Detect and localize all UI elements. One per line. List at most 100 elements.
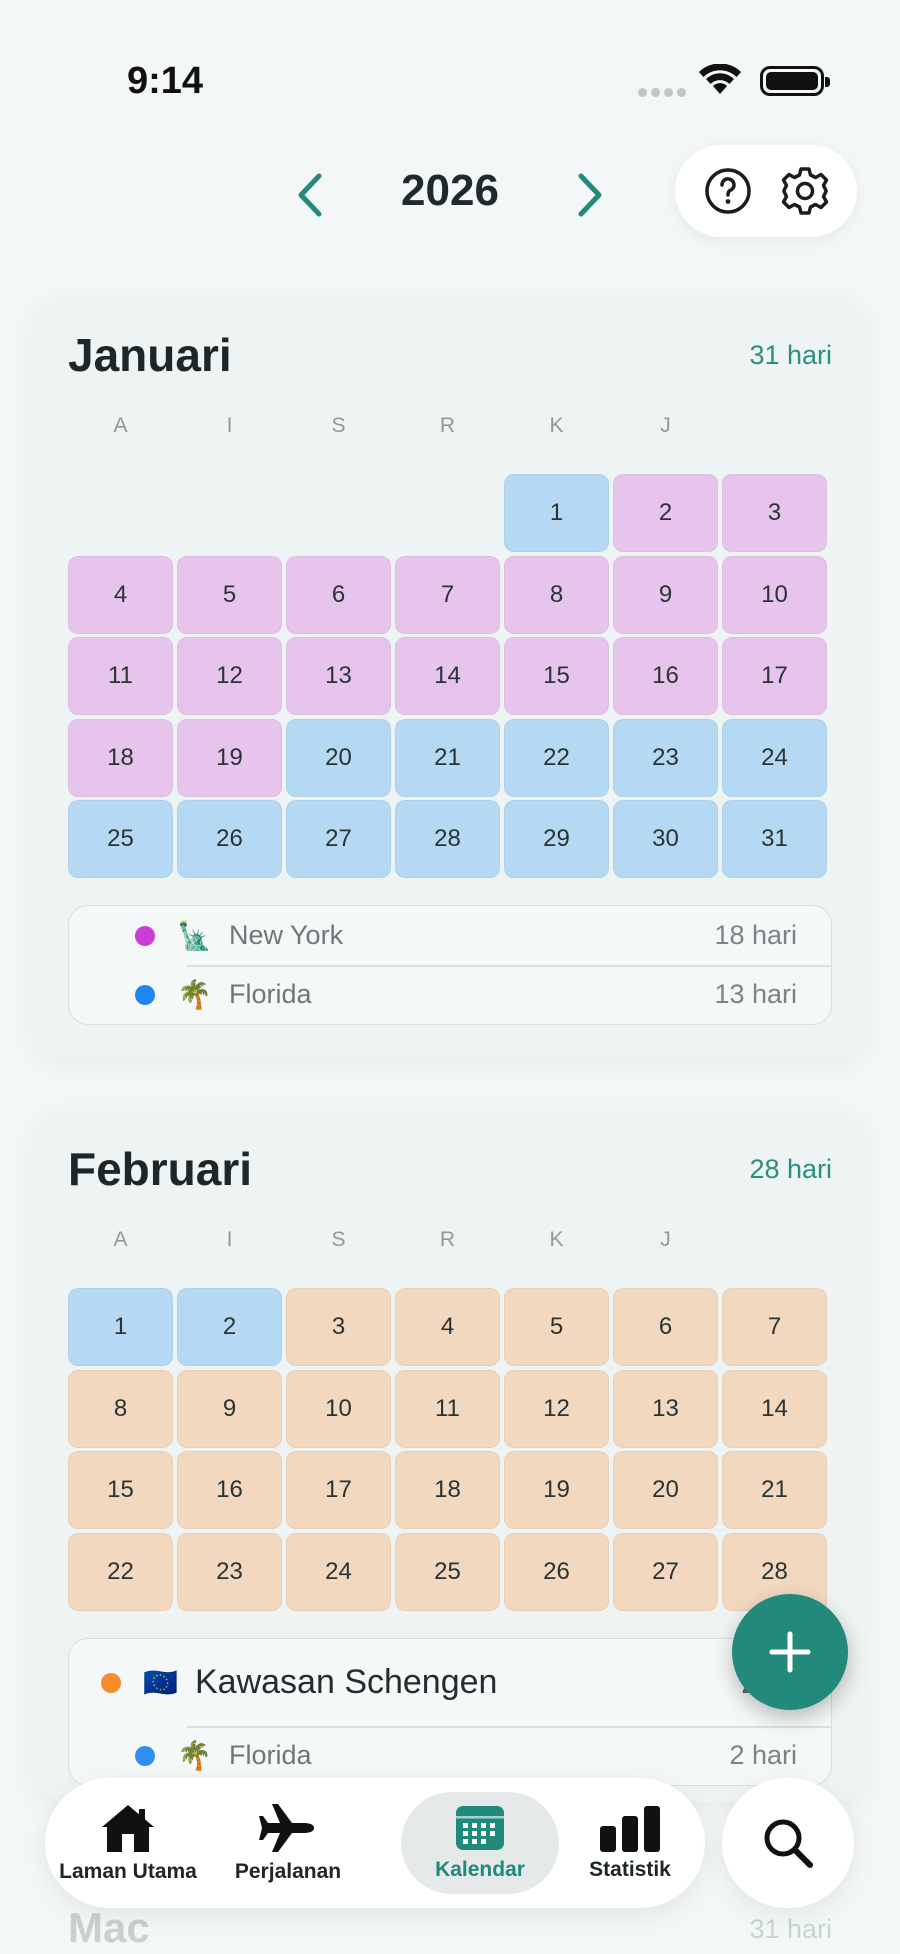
help-button[interactable] (698, 161, 758, 221)
tab-trips[interactable]: Perjalanan (223, 1792, 353, 1894)
day-cell[interactable]: 1 (68, 1288, 173, 1366)
legend-color-dot (135, 925, 155, 946)
tab-statistics[interactable]: Statistik (570, 1792, 690, 1894)
month-card-february: Februari 28 hari A I S R K J 1 2 3 4 5 6 7 8 9 10… (36, 1112, 864, 1802)
day-cell[interactable]: 30 (613, 800, 718, 878)
day-cell[interactable]: 11 (395, 1369, 500, 1448)
day-cell[interactable]: 22 (504, 718, 609, 797)
day-cell[interactable]: 6 (286, 555, 391, 634)
day-cell[interactable]: 28 (395, 800, 500, 878)
destination-name: Florida (229, 1740, 312, 1770)
day-cell[interactable]: 27 (613, 1532, 718, 1611)
day-cell[interactable]: 31 (722, 800, 827, 878)
battery-icon (760, 66, 830, 96)
day-cell[interactable]: 21 (395, 718, 500, 797)
legend-row[interactable]: 🗽 New York 18 hari (69, 906, 831, 965)
day-cell[interactable]: 8 (68, 1369, 173, 1448)
day-cell[interactable]: 1 (504, 474, 609, 552)
legend-row[interactable]: 🇪🇺Kawasan Schengen26 hari (69, 1639, 831, 1726)
day-cell[interactable]: 18 (395, 1451, 500, 1529)
day-cell[interactable]: 10 (286, 1369, 391, 1448)
day-cell[interactable]: 5 (177, 555, 282, 634)
day-cell[interactable]: 27 (286, 800, 391, 878)
day-cell[interactable]: 13 (286, 637, 391, 715)
day-cell[interactable]: 4 (68, 555, 173, 634)
day-cell[interactable]: 26 (504, 1532, 609, 1611)
day-cell[interactable]: 13 (613, 1369, 718, 1448)
day-cell[interactable]: 7 (722, 1288, 827, 1366)
day-cell[interactable]: 8 (504, 555, 609, 634)
tab-label: Laman Utama (59, 1860, 197, 1883)
legend-color-dot (101, 1672, 121, 1693)
day-cell[interactable]: 16 (613, 637, 718, 715)
day-cell[interactable]: 3 (722, 474, 827, 552)
day-cell[interactable]: 9 (613, 555, 718, 634)
day-cell[interactable]: 15 (68, 1451, 173, 1529)
legend-row[interactable]: 🌴 Florida 2 hari (69, 1726, 831, 1785)
search-icon (764, 1819, 813, 1868)
add-trip-button[interactable] (732, 1594, 848, 1710)
day-cell[interactable]: 21 (722, 1451, 827, 1529)
search-button[interactable] (722, 1778, 854, 1908)
day-cell[interactable]: 18 (68, 718, 173, 797)
day-cell[interactable]: 15 (504, 637, 609, 715)
destination-name: Florida (229, 979, 312, 1009)
settings-button[interactable] (775, 161, 835, 221)
weekday-label: A (113, 1228, 128, 1251)
destination-day-count: 2 hari (729, 1740, 797, 1770)
month-title: Januari (68, 329, 232, 381)
day-cell[interactable]: 23 (613, 718, 718, 797)
day-grid: 1 2 3 4 5 6 7 8 9 10 11 12 13 14 15 16 17 18 19 20 21 22 23 24 2… (68, 474, 827, 878)
day-cell[interactable]: 25 (395, 1532, 500, 1611)
day-cell[interactable]: 20 (613, 1451, 718, 1529)
gear-icon (781, 167, 828, 215)
weekday-label: S (331, 1228, 346, 1251)
previous-year-button[interactable] (285, 170, 335, 220)
day-cell[interactable]: 7 (395, 555, 500, 634)
legend-row[interactable]: 🌴 Florida 13 hari (69, 965, 831, 1024)
day-cell[interactable]: 22 (68, 1532, 173, 1611)
day-cell[interactable]: 2 (613, 474, 718, 552)
day-cell[interactable]: 20 (286, 718, 391, 797)
day-cell[interactable]: 2 (177, 1288, 282, 1366)
month-card-january: Januari 31 hari A I S R K J 1 2 3 4 5 6 7 8 9 10 1… (36, 298, 864, 1058)
weekday-label: I (226, 1228, 233, 1251)
day-cell[interactable]: 14 (395, 637, 500, 715)
day-cell[interactable]: 24 (722, 718, 827, 797)
legend-color-dot (135, 984, 155, 1005)
status-time: 9:14 (127, 60, 204, 102)
weekday-label: S (331, 414, 346, 437)
day-cell[interactable]: 4 (395, 1288, 500, 1366)
destination-emoji: 🌴 (177, 979, 212, 1010)
day-cell[interactable]: 29 (504, 800, 609, 878)
tab-home[interactable]: Laman Utama (59, 1792, 197, 1894)
day-cell[interactable]: 11 (68, 637, 173, 715)
help-icon (704, 168, 751, 214)
day-cell[interactable]: 16 (177, 1451, 282, 1529)
day-cell[interactable]: 9 (177, 1369, 282, 1448)
weekday-label: A (113, 414, 128, 437)
day-cell[interactable]: 26 (177, 800, 282, 878)
day-cell[interactable]: 12 (504, 1369, 609, 1448)
day-cell[interactable]: 14 (722, 1369, 827, 1448)
day-cell[interactable]: 5 (504, 1288, 609, 1366)
airplane-icon (259, 1804, 314, 1852)
tab-calendar[interactable]: Kalendar (401, 1792, 559, 1894)
day-cell[interactable]: 24 (286, 1532, 391, 1611)
day-cell[interactable]: 25 (68, 800, 173, 878)
trip-legend: 🗽 New York 18 hari 🌴 Florida 13 hari (68, 905, 832, 1025)
day-cell[interactable]: 12 (177, 637, 282, 715)
day-cell[interactable]: 6 (613, 1288, 718, 1366)
day-cell[interactable]: 23 (177, 1532, 282, 1611)
next-year-button[interactable] (565, 170, 615, 220)
day-cell[interactable]: 10 (722, 555, 827, 634)
day-cell[interactable]: 17 (286, 1451, 391, 1529)
day-cell[interactable]: 3 (286, 1288, 391, 1366)
day-cell[interactable]: 19 (504, 1451, 609, 1529)
destination-emoji: 🌴 (177, 1740, 212, 1771)
home-icon (102, 1805, 154, 1852)
destination-day-count: 13 hari (714, 979, 797, 1009)
month-day-count: 28 hari (749, 1154, 832, 1184)
day-cell[interactable]: 19 (177, 718, 282, 797)
day-cell[interactable]: 17 (722, 637, 827, 715)
